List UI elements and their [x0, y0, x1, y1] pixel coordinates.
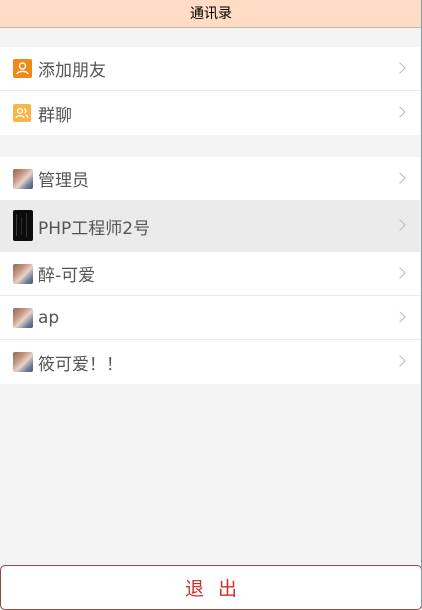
- avatar: [13, 307, 33, 328]
- contact-item-ap[interactable]: ap: [0, 296, 420, 340]
- chevron-right-icon: [394, 266, 406, 279]
- contact-item-xiao-keai[interactable]: 筱可爱！！: [0, 340, 420, 384]
- chevron-right-icon: [394, 61, 406, 74]
- group-chat-label: 群聊: [38, 105, 72, 126]
- logout-label: 退出: [184, 578, 251, 600]
- contact-name: 管理员: [38, 171, 89, 191]
- avatar: [13, 263, 33, 284]
- add-friend-item[interactable]: 添加朋友: [0, 47, 420, 91]
- chevron-right-icon: [394, 171, 406, 184]
- contact-name: PHP工程师2号: [38, 218, 151, 239]
- chevron-right-icon: [394, 219, 406, 231]
- page-title: 通讯录: [0, 0, 422, 28]
- contact-item-php-engineer-2[interactable]: PHP工程师2号: [0, 201, 420, 252]
- add-friend-label: 添加朋友: [38, 61, 106, 81]
- contact-item-zui-keai[interactable]: 醉-可爱: [0, 252, 420, 296]
- contact-name: 筱可爱！！: [38, 354, 123, 375]
- group-chat-item[interactable]: 群聊: [0, 91, 420, 135]
- page-title-text: 通讯录: [190, 6, 232, 22]
- add-friend-icon: [13, 58, 32, 78]
- avatar: [13, 168, 33, 189]
- chevron-right-icon: [394, 355, 406, 367]
- contact-name: ap: [38, 307, 60, 328]
- contact-item-admin[interactable]: 管理员: [0, 157, 420, 201]
- avatar: [13, 352, 33, 372]
- chevron-right-icon: [394, 310, 406, 323]
- contact-list: 管理员 PHP工程师2号 醉-可爱 ap 筱可爱！！: [0, 157, 420, 384]
- logout-button[interactable]: 退出: [0, 565, 422, 610]
- group-chat-icon: [13, 104, 31, 122]
- actions-list: 添加朋友 群聊: [0, 47, 420, 135]
- chevron-right-icon: [394, 106, 406, 118]
- avatar: [13, 210, 33, 241]
- contact-name: 醉-可爱: [38, 266, 96, 286]
